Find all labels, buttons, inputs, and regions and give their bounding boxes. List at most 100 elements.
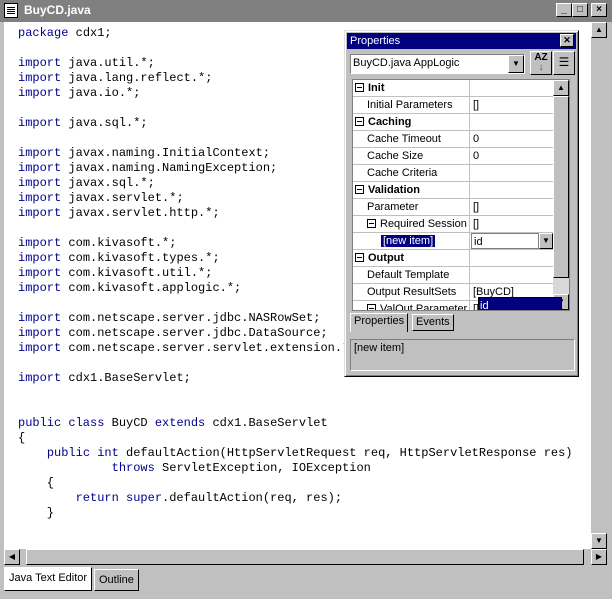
property-value[interactable]	[471, 114, 553, 130]
code-token: com.kivasoft.applogic.*;	[61, 281, 242, 295]
property-grid-scrollbar[interactable]: ▲ ▼	[553, 80, 569, 310]
property-row[interactable]: Cache Size 0	[353, 148, 553, 165]
property-value[interactable]: []	[471, 199, 553, 215]
code-line: import java.lang.reflect.*;	[18, 71, 212, 85]
code-line: throws ServletException, IOException	[18, 461, 371, 475]
code-token: javax.servlet.*;	[61, 191, 184, 205]
code-token: javax.servlet.http.*;	[61, 206, 220, 220]
property-name-cell: Cache Criteria	[353, 165, 470, 181]
chevron-down-icon[interactable]: ▼	[539, 233, 553, 249]
code-token: cdx1;	[68, 26, 112, 40]
collapse-icon[interactable]	[367, 304, 376, 310]
code-line: import javax.naming.InitialContext;	[18, 146, 270, 160]
property-value[interactable]	[471, 267, 553, 283]
tab-java-text-editor[interactable]: Java Text Editor	[4, 567, 93, 591]
editor-horizontal-scrollbar[interactable]: ◀ ▶	[4, 549, 607, 565]
scroll-thumb[interactable]	[26, 549, 584, 565]
code-line: {	[18, 431, 25, 445]
sort-categorized-button[interactable]: ☰	[553, 51, 575, 75]
code-token: javax.naming.NamingException;	[61, 161, 278, 175]
editor-vertical-scrollbar[interactable]: ▲ ▼	[591, 22, 607, 549]
property-grid[interactable]: Init Initial Parameters [] Caching Cache Tim…	[352, 79, 570, 311]
property-value[interactable]	[471, 80, 553, 96]
property-category-row[interactable]: Caching	[353, 114, 553, 131]
property-row[interactable]: Cache Timeout 0	[353, 131, 553, 148]
property-value[interactable]	[471, 182, 553, 198]
property-name: Cache Criteria	[367, 167, 438, 179]
code-line: public int defaultAction(HttpServletRequ…	[18, 446, 573, 460]
property-value[interactable]: id	[471, 233, 539, 249]
code-token: com.kivasoft.util.*;	[61, 266, 213, 280]
property-value[interactable]: []	[471, 97, 553, 113]
code-token: java.io.*;	[61, 86, 141, 100]
code-token: com.kivasoft.types.*;	[61, 251, 220, 265]
property-name: Cache Timeout	[367, 133, 441, 145]
code-token: javax.naming.InitialContext;	[61, 146, 271, 160]
collapse-icon[interactable]	[355, 83, 364, 92]
property-category-row[interactable]: Output	[353, 250, 553, 267]
code-token: com.netscape.server.servlet.extension.*;	[61, 341, 357, 355]
code-line: import com.kivasoft.util.*;	[18, 266, 212, 280]
scroll-right-arrow-icon[interactable]: ▶	[591, 549, 607, 565]
sort-alphabetical-button[interactable]: AZ ↓	[530, 51, 552, 75]
code-token: .defaultAction(req, res);	[162, 491, 343, 505]
property-name: Default Template	[367, 269, 450, 281]
property-value[interactable]: 0	[471, 148, 553, 164]
property-value[interactable]: []	[471, 216, 553, 232]
scroll-left-arrow-icon[interactable]: ◀	[4, 549, 20, 565]
code-keyword: import	[18, 251, 62, 265]
minimize-button[interactable]: _	[556, 3, 572, 17]
collapse-icon[interactable]	[355, 117, 364, 126]
property-name: Output ResultSets	[367, 286, 457, 298]
code-token: javax.sql.*;	[61, 176, 155, 190]
property-row[interactable]: Default Template	[353, 267, 553, 284]
property-name-cell: Validation	[353, 182, 470, 198]
property-name-cell: Required Session	[353, 216, 470, 232]
collapse-icon[interactable]	[367, 219, 376, 228]
collapse-icon[interactable]	[355, 185, 364, 194]
window-title-bar[interactable]: BuyCD.java _ □ ×	[0, 0, 612, 22]
grid-scroll-thumb[interactable]	[553, 96, 569, 278]
property-row[interactable]: Required Session []	[353, 216, 553, 233]
property-name: Validation	[368, 184, 420, 196]
code-keyword: package	[18, 26, 69, 40]
tab-properties[interactable]: Properties	[350, 313, 409, 332]
property-name-cell: Parameter	[353, 199, 470, 215]
grid-scroll-up-icon[interactable]: ▲	[553, 80, 569, 96]
property-description: [new item]	[350, 339, 575, 371]
object-selector[interactable]: BuyCD.java AppLogic ▼	[350, 54, 525, 74]
property-value[interactable]	[471, 165, 553, 181]
property-category-row[interactable]: Validation	[353, 182, 553, 199]
maximize-button[interactable]: □	[572, 3, 588, 17]
properties-title-bar[interactable]: Properties ✕	[347, 33, 576, 49]
close-icon[interactable]: ✕	[560, 34, 574, 47]
property-value[interactable]: 0	[471, 131, 553, 147]
property-row[interactable]: Initial Parameters []	[353, 97, 553, 114]
value-dropdown-list[interactable]: id name	[478, 297, 562, 310]
tab-events[interactable]: Events	[412, 314, 454, 331]
code-line: import com.netscape.server.servlet.exten…	[18, 341, 356, 355]
code-line: import java.util.*;	[18, 56, 155, 70]
property-name-cell: Caching	[353, 114, 470, 130]
close-button[interactable]: ×	[591, 3, 607, 17]
code-keyword: import	[18, 311, 62, 325]
tab-outline[interactable]: Outline	[94, 569, 139, 591]
code-keyword: extends	[154, 416, 206, 430]
properties-tabs: Properties Events	[350, 313, 575, 332]
code-token: ServletException, IOException	[154, 461, 371, 475]
scroll-up-arrow-icon[interactable]: ▲	[591, 22, 607, 38]
property-row[interactable]: Cache Criteria	[353, 165, 553, 182]
property-name-cell: Cache Size	[353, 148, 470, 164]
property-category-row[interactable]: Init	[353, 80, 553, 97]
dropdown-option-id[interactable]: id	[479, 298, 561, 310]
scroll-down-arrow-icon[interactable]: ▼	[591, 533, 607, 549]
value-combo[interactable]: id ▼	[471, 233, 553, 249]
property-value[interactable]	[471, 250, 553, 266]
property-name-cell: Initial Parameters	[353, 97, 470, 113]
property-row[interactable]: [new item] id ▼	[353, 233, 553, 250]
code-keyword: import	[18, 116, 62, 130]
property-row[interactable]: Parameter []	[353, 199, 553, 216]
collapse-icon[interactable]	[355, 253, 364, 262]
chevron-down-icon[interactable]: ▼	[508, 55, 524, 73]
